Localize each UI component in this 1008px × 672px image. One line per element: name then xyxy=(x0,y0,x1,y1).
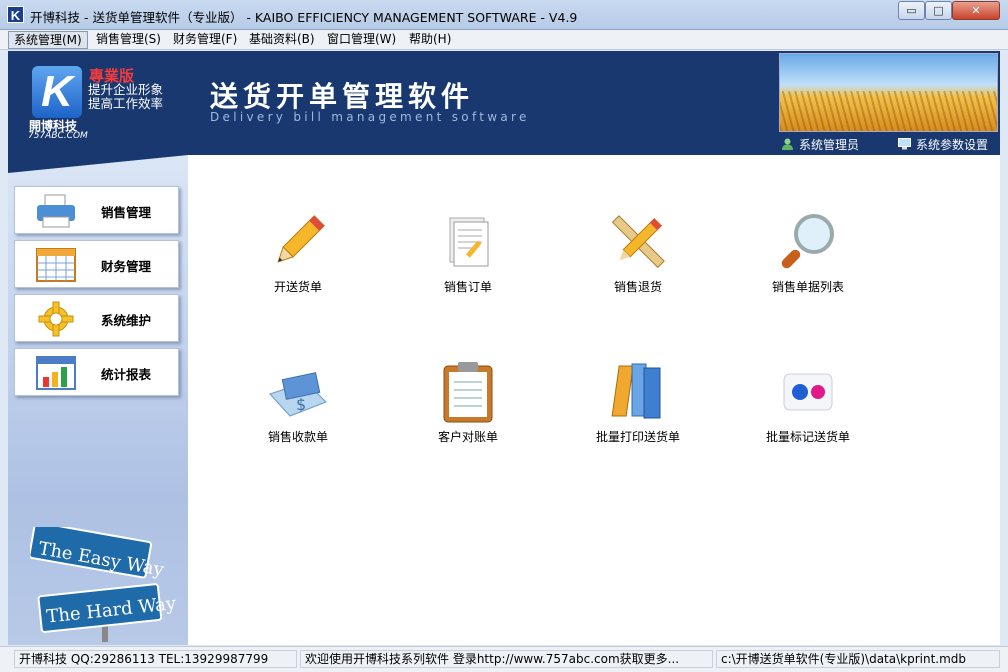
sidebar-item-reports[interactable]: 统计报表 xyxy=(14,348,179,396)
menu-help[interactable]: 帮助(H) xyxy=(404,31,456,49)
calendar-icon xyxy=(36,248,76,282)
menu-system[interactable]: 系统管理(M) xyxy=(8,31,88,49)
tile-sales-return[interactable]: 销售退货 xyxy=(568,210,708,310)
wheat-field-image xyxy=(779,53,998,132)
sidebar-item-label: 销售管理 xyxy=(101,205,152,220)
tile-label: 批量打印送货单 xyxy=(595,430,680,444)
company-logo: K xyxy=(32,66,82,118)
tile-batch-mark[interactable]: 批量标记送货单 xyxy=(738,360,878,460)
minimize-button[interactable]: ▭ xyxy=(898,1,925,20)
logo-slogan: 提升企业形象 提高工作效率 xyxy=(88,82,164,111)
tile-sales-receipt[interactable]: $ 销售收款单 xyxy=(228,360,368,460)
title-bar: K 开博科技 - 送货单管理软件（专业版） - KAIBO EFFICIENCY… xyxy=(0,0,1008,30)
svg-text:$: $ xyxy=(296,395,306,414)
tile-label: 销售退货 xyxy=(613,280,662,294)
tile-label: 批量标记送货单 xyxy=(765,430,850,444)
header-banner: K 專業版 提升企业形象 提高工作效率 開博科技 757ABC.COM 送货开单… xyxy=(8,51,1000,155)
pencil-icon xyxy=(277,215,325,263)
magnifier-icon xyxy=(781,214,834,269)
sidebar-item-sales[interactable]: 销售管理 xyxy=(14,186,179,234)
close-button[interactable]: ✕ xyxy=(952,1,1000,20)
dots-icon xyxy=(783,373,833,411)
banner-title: 送货开单管理软件 xyxy=(210,80,475,113)
user-admin-label: 系统管理员 xyxy=(799,138,860,152)
sidebar-item-finance[interactable]: 财务管理 xyxy=(14,240,179,288)
user-icon xyxy=(782,138,793,150)
menu-sales[interactable]: 销售管理(S) xyxy=(91,31,166,49)
tile-sales-order[interactable]: 销售订单 xyxy=(398,210,538,310)
sidebar-item-label: 系统维护 xyxy=(101,313,152,328)
status-welcome: 欢迎使用开博科技系列软件 登录http://www.757abc.com获取更多… xyxy=(300,650,713,668)
tile-label: 销售订单 xyxy=(443,280,492,294)
user-admin-link[interactable]: 系统管理员 xyxy=(781,136,859,153)
tile-customer-statement[interactable]: 客户对账单 xyxy=(398,360,538,460)
document-icon xyxy=(449,217,489,267)
system-settings-link[interactable]: 系统参数设置 xyxy=(898,136,988,153)
menu-finance[interactable]: 财务管理(F) xyxy=(168,31,242,49)
banner-subtitle: Delivery bill management software xyxy=(210,110,530,124)
menu-bar: 系统管理(M) 销售管理(S) 财务管理(F) 基础资料(B) 窗口管理(W) … xyxy=(0,30,1008,50)
sidebar: 销售管理 财务管理 系统维护 统计报表 The Easy Way The Har… xyxy=(8,155,188,645)
window-title: 开博科技 - 送货单管理软件（专业版） - KAIBO EFFICIENCY M… xyxy=(30,10,578,25)
main-panel: 开送货单 销售订单 销售退货 销售单据列表 $ 销售收款单 客户对账单 批量打印… xyxy=(188,155,1000,645)
tile-create-delivery[interactable]: 开送货单 xyxy=(228,210,368,310)
tile-sales-list[interactable]: 销售单据列表 xyxy=(738,210,878,310)
app-icon: K xyxy=(7,6,24,23)
sidebar-item-label: 财务管理 xyxy=(101,259,152,274)
printer-icon xyxy=(37,194,75,228)
tile-label: 开送货单 xyxy=(273,280,322,294)
tile-label: 销售收款单 xyxy=(267,430,328,444)
status-bar: 开博科技 QQ:29286113 TEL:13929987799 欢迎使用开博科… xyxy=(0,646,1008,672)
logo-url: 757ABC.COM xyxy=(28,131,88,141)
maximize-button[interactable]: □ xyxy=(925,1,952,20)
bar-chart-icon xyxy=(36,356,76,390)
clipboard-icon xyxy=(443,362,493,423)
menu-window[interactable]: 窗口管理(W) xyxy=(322,31,401,49)
sidebar-item-label: 统计报表 xyxy=(101,367,152,382)
tile-batch-print[interactable]: 批量打印送货单 xyxy=(568,360,708,460)
sidebar-item-maintenance[interactable]: 系统维护 xyxy=(14,294,179,342)
status-contact: 开博科技 QQ:29286113 TEL:13929987799 xyxy=(14,650,297,668)
status-db-path: c:\开博送货单软件(专业版)\data\kprint.mdb xyxy=(716,650,1000,668)
ruler-pencil-icon xyxy=(611,215,665,269)
binders-icon xyxy=(611,363,661,419)
tile-label: 客户对账单 xyxy=(437,430,498,444)
menu-basic-data[interactable]: 基础资料(B) xyxy=(244,31,320,49)
money-card-icon: $ xyxy=(269,372,327,417)
tile-label: 销售单据列表 xyxy=(771,280,844,294)
gear-icon xyxy=(38,301,74,337)
street-sign-image: The Easy Way The Hard Way xyxy=(30,527,178,642)
monitor-icon xyxy=(898,138,911,150)
system-settings-label: 系统参数设置 xyxy=(916,138,989,152)
